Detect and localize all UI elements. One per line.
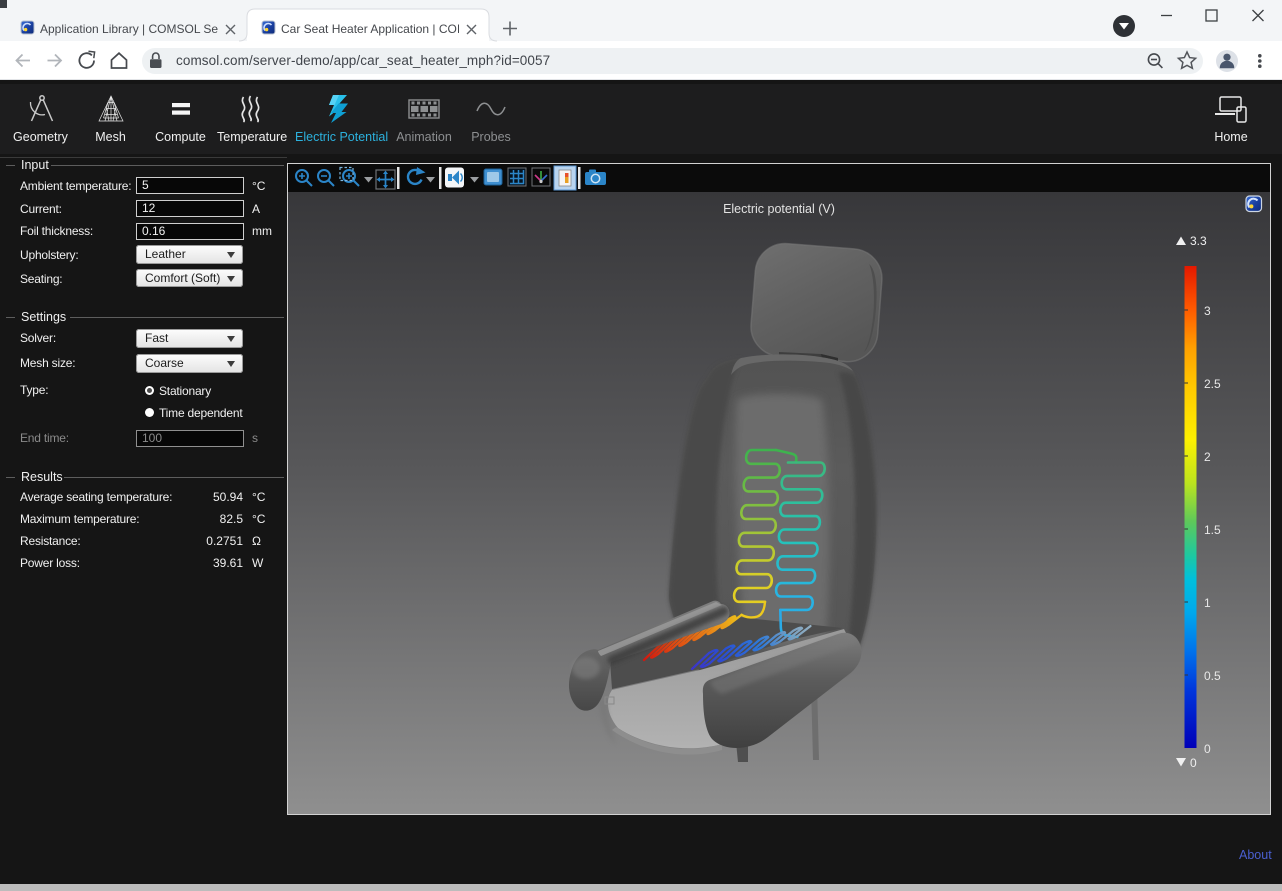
svg-text:1.5: 1.5 (1204, 523, 1221, 537)
svg-text:0: 0 (1190, 756, 1197, 770)
svg-text:0: 0 (1204, 742, 1211, 756)
svg-text:2: 2 (1204, 450, 1211, 464)
svg-text:0.5: 0.5 (1204, 669, 1221, 683)
svg-text:1: 1 (1204, 596, 1211, 610)
svg-text:3.3: 3.3 (1190, 234, 1207, 248)
svg-text:3: 3 (1204, 304, 1211, 318)
svg-text:2.5: 2.5 (1204, 377, 1221, 391)
